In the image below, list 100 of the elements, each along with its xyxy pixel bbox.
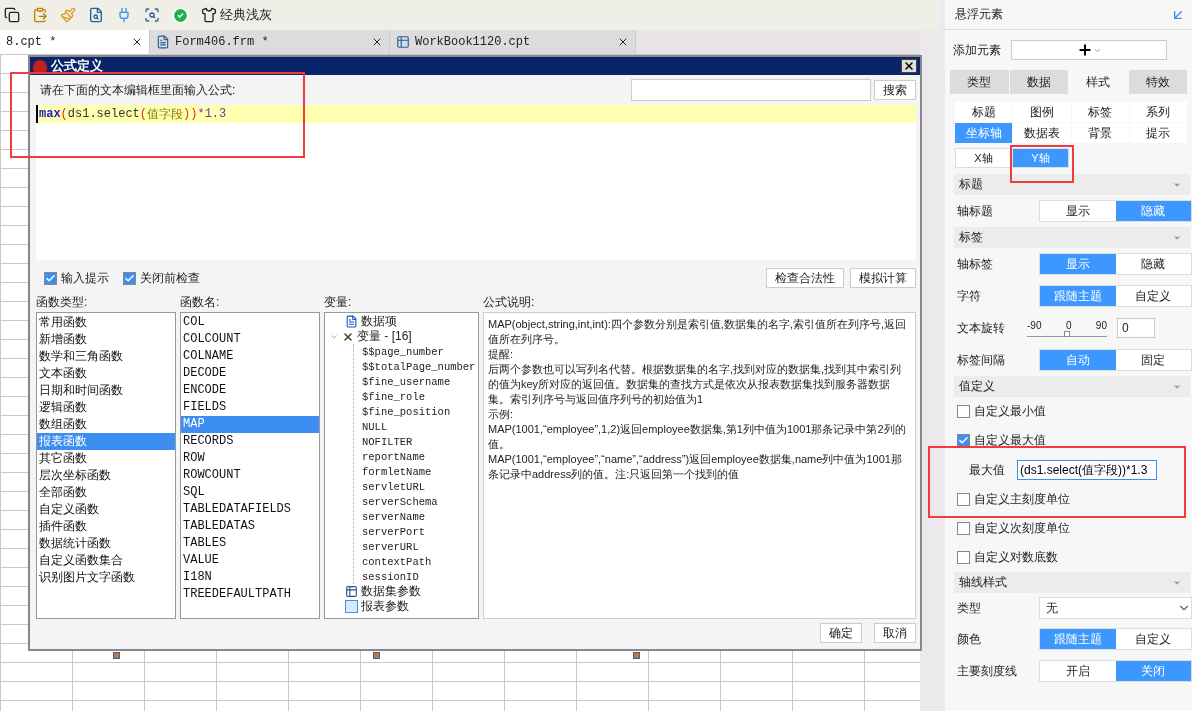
section-header[interactable]: 标签 [954, 227, 1190, 248]
close-icon[interactable] [617, 36, 629, 48]
list-item[interactable]: 其它函数 [37, 450, 175, 467]
checkbox[interactable] [957, 522, 970, 535]
list-item[interactable]: 自定义函数集合 [37, 552, 175, 569]
list-item[interactable]: 新增函数 [37, 331, 175, 348]
tree-item[interactable]: $$totalPage_number [362, 360, 476, 373]
tree-item[interactable]: serverPort [362, 525, 425, 538]
panel-tab[interactable]: 数据 [1009, 70, 1068, 94]
checkbox-label[interactable]: 关闭前检查 [123, 269, 200, 287]
tree-item[interactable]: NULL [362, 420, 388, 433]
action-button[interactable]: 检查合法性 [766, 268, 844, 288]
toggle-option[interactable]: 显示 [1040, 201, 1116, 221]
section-header[interactable]: 值定义 [954, 376, 1190, 397]
tree-item[interactable]: formletName [362, 465, 432, 478]
list-item[interactable]: TABLEDATAS [181, 518, 319, 535]
list-item[interactable]: 常用函数 [37, 314, 175, 331]
panel-tab[interactable]: 特效 [1128, 70, 1187, 94]
dialog-button[interactable]: 确定 [820, 623, 862, 643]
close-button[interactable] [901, 59, 917, 73]
list-item[interactable]: 识别图片文字函数 [37, 569, 175, 586]
tree-item[interactable]: 数据项 [361, 313, 397, 330]
toggle-option[interactable]: 自定义 [1115, 629, 1191, 649]
list-item[interactable]: I18N [181, 569, 319, 586]
tree-item[interactable]: $fine_position [362, 405, 451, 418]
number-field[interactable]: 0 [1117, 318, 1155, 338]
checkbox[interactable] [957, 551, 970, 564]
list-item[interactable]: 文本函数 [37, 365, 175, 382]
list-item[interactable]: 日期和时间函数 [37, 382, 175, 399]
list-item[interactable]: FIELDS [181, 399, 319, 416]
list-item[interactable]: 逻辑函数 [37, 399, 175, 416]
list-item[interactable]: 全部函数 [37, 484, 175, 501]
style-tab[interactable]: 系列 [1129, 102, 1187, 122]
close-icon[interactable] [371, 36, 383, 48]
tree-item[interactable]: 数据集参数 [361, 583, 421, 600]
tree-item[interactable]: NOFILTER [362, 435, 413, 448]
list-item[interactable]: 自定义函数 [37, 501, 175, 518]
list-item[interactable]: ENCODE [181, 382, 319, 399]
list-item[interactable]: 数据统计函数 [37, 535, 175, 552]
list-item[interactable]: 插件函数 [37, 518, 175, 535]
list-item[interactable]: ROWCOUNT [181, 467, 319, 484]
checkbox[interactable] [44, 271, 57, 285]
style-tab[interactable]: 图例 [1013, 102, 1071, 122]
checkbox-label[interactable]: 自定义对数底数 [957, 549, 1058, 566]
tree-item[interactable]: $$page_number [362, 345, 444, 358]
slider-thumb[interactable] [1064, 330, 1070, 337]
action-button[interactable]: 模拟计算 [850, 268, 916, 288]
tree-item[interactable]: contextPath [362, 555, 432, 568]
axis-tab[interactable]: X轴 [955, 148, 1012, 168]
text-search-icon[interactable] [88, 7, 104, 23]
checkbox-label[interactable]: 自定义最大值 [957, 432, 1046, 449]
list-item[interactable]: RECORDS [181, 433, 319, 450]
list-item[interactable]: SQL [181, 484, 319, 501]
tree-item[interactable]: serverURL [362, 540, 419, 553]
tree-item[interactable]: serverName [362, 510, 425, 523]
list-item[interactable]: 数学和三角函数 [37, 348, 175, 365]
type-select[interactable]: 无 [1039, 597, 1192, 619]
search-button[interactable]: 搜索 [874, 80, 916, 100]
file-tab[interactable]: 8.cpt * [0, 30, 150, 54]
list-item[interactable]: COL [181, 314, 319, 331]
close-icon[interactable] [131, 36, 143, 48]
list-item[interactable]: COLCOUNT [181, 331, 319, 348]
toggle-option[interactable]: 自定义 [1115, 286, 1191, 306]
section-header[interactable]: 轴线样式 [954, 572, 1190, 593]
dialog-button[interactable]: 取消 [874, 623, 916, 643]
max-value-field[interactable]: (ds1.select(值字段))*1.3 [1017, 460, 1157, 480]
style-tab[interactable]: 数据表 [1013, 123, 1071, 143]
formula-editor[interactable]: max(ds1.select(值字段))*1.3 [36, 105, 916, 260]
list-item[interactable]: TREEDEFAULTPATH [181, 586, 319, 603]
list-item[interactable]: DECODE [181, 365, 319, 382]
tree-item[interactable]: $fine_role [362, 390, 425, 403]
list-item[interactable]: TABLEDATAFIELDS [181, 501, 319, 518]
list-item[interactable]: TABLES [181, 535, 319, 552]
tree-item[interactable]: 变量 - [16] [357, 328, 412, 345]
checkbox-label[interactable]: 自定义主刻度单位 [957, 491, 1070, 508]
style-tab[interactable]: 提示 [1129, 123, 1187, 143]
plug-icon[interactable] [116, 7, 132, 23]
checkbox-label[interactable]: 输入提示 [44, 269, 109, 287]
checkbox[interactable] [957, 405, 970, 418]
checkbox-label[interactable]: 自定义次刻度单位 [957, 520, 1070, 537]
tree-item[interactable]: reportName [362, 450, 425, 463]
list-item[interactable]: 数组函数 [37, 416, 175, 433]
tree-item[interactable]: sessionID [362, 570, 419, 583]
section-header[interactable]: 标题 [954, 174, 1190, 195]
toggle-option[interactable]: 开启 [1040, 661, 1116, 681]
style-tab[interactable]: 标签 [1071, 102, 1129, 122]
theme-button[interactable]: 经典浅灰 [201, 6, 272, 24]
style-tab[interactable]: 标题 [955, 102, 1013, 122]
checkbox[interactable] [123, 271, 136, 285]
list-item[interactable]: COLNAME [181, 348, 319, 365]
checkbox-label[interactable]: 自定义最小值 [957, 403, 1046, 420]
paste-icon[interactable] [32, 7, 48, 23]
tree-item[interactable]: servletURL [362, 480, 425, 493]
file-tab[interactable]: Form406.frm * [150, 30, 390, 54]
tree-item[interactable]: serverSchema [362, 495, 438, 508]
list-item[interactable]: 层次坐标函数 [37, 467, 175, 484]
checkbox[interactable] [957, 493, 970, 506]
file-tab[interactable]: WorkBook1120.cpt [390, 30, 636, 54]
brush-icon[interactable] [60, 7, 76, 23]
panel-tab[interactable]: 类型 [950, 70, 1009, 94]
